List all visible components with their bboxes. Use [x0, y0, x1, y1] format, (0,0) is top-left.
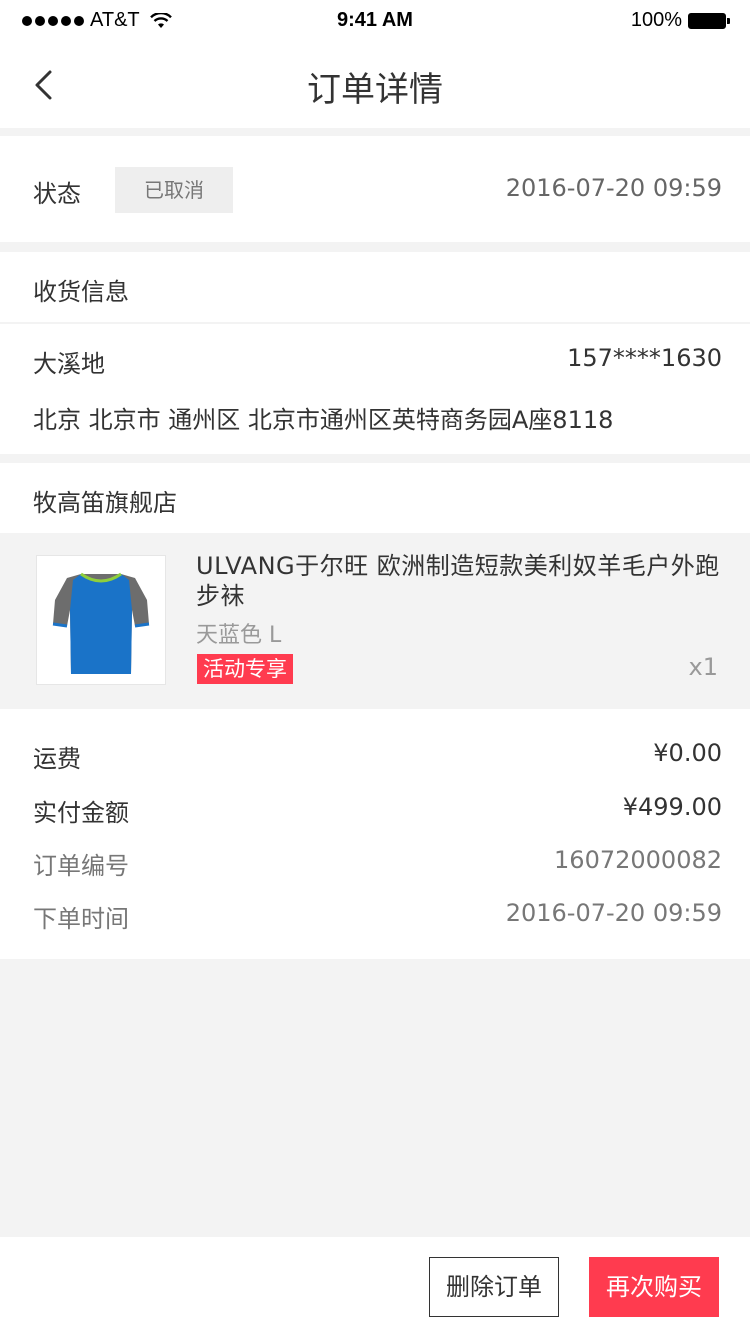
battery-icon: [688, 12, 730, 29]
shipping-fee-label: 运费: [33, 745, 81, 773]
shipping-details: 大溪地 157****1630 北京 北京市 通州区 北京市通州区英特商务园A座…: [0, 324, 750, 454]
product-variant: 天蓝色 L: [196, 623, 282, 648]
status-badge: 已取消: [115, 167, 233, 213]
nav-bar: 订单详情: [0, 40, 750, 128]
buy-again-button[interactable]: 再次购买: [589, 1257, 719, 1317]
status-label: 状态: [33, 180, 81, 208]
paid-amount-label: 实付金额: [33, 799, 129, 827]
shipping-fee-value: ¥0.00: [653, 739, 722, 767]
status-right: 100%: [631, 9, 730, 32]
order-status-card: 状态 已取消 2016-07-20 09:59: [0, 136, 750, 242]
shipping-header: 收货信息: [0, 252, 750, 322]
product-title: ULVANG于尔旺 欧洲制造短款美利奴羊毛户外跑步袜: [196, 552, 720, 610]
product-image: [36, 555, 166, 685]
product-item[interactable]: ULVANG于尔旺 欧洲制造短款美利奴羊毛户外跑步袜 天蓝色 L 活动专享 x1: [0, 533, 750, 709]
footer-bar: 删除订单 再次购买: [0, 1237, 750, 1334]
order-number-value: 16072000082: [554, 846, 722, 874]
recipient-address: 北京 北京市 通州区 北京市通州区英特商务园A座8118: [33, 406, 614, 434]
store-header[interactable]: 牧高笛旗舰店: [0, 463, 750, 533]
delete-order-button[interactable]: 删除订单: [429, 1257, 559, 1317]
status-bar: AT&T 9:41 AM 100%: [0, 0, 750, 40]
summary-row-shipping: 运费 ¥0.00: [33, 739, 722, 773]
paid-amount-value: ¥499.00: [622, 793, 722, 821]
recipient-name: 大溪地: [33, 350, 105, 378]
promo-tag: 活动专享: [197, 654, 293, 684]
tshirt-icon: [52, 572, 150, 674]
recipient-phone: 157****1630: [567, 344, 722, 372]
status-time: 2016-07-20 09:59: [505, 174, 722, 202]
product-quantity: x1: [688, 653, 718, 681]
order-summary: 运费 ¥0.00 实付金额 ¥499.00 订单编号 16072000082 下…: [0, 709, 750, 959]
order-number-label: 订单编号: [33, 852, 129, 880]
summary-row-paid: 实付金额 ¥499.00: [33, 793, 722, 827]
page-title: 订单详情: [307, 70, 443, 110]
order-time-label: 下单时间: [33, 905, 129, 933]
battery-percentage: 100%: [630, 9, 682, 31]
order-time-value: 2016-07-20 09:59: [505, 899, 722, 927]
summary-row-order-number: 订单编号 16072000082: [33, 846, 722, 880]
store-name: 牧高笛旗舰店: [33, 489, 177, 517]
summary-row-order-time: 下单时间 2016-07-20 09:59: [33, 899, 722, 933]
shipping-title: 收货信息: [33, 278, 129, 306]
